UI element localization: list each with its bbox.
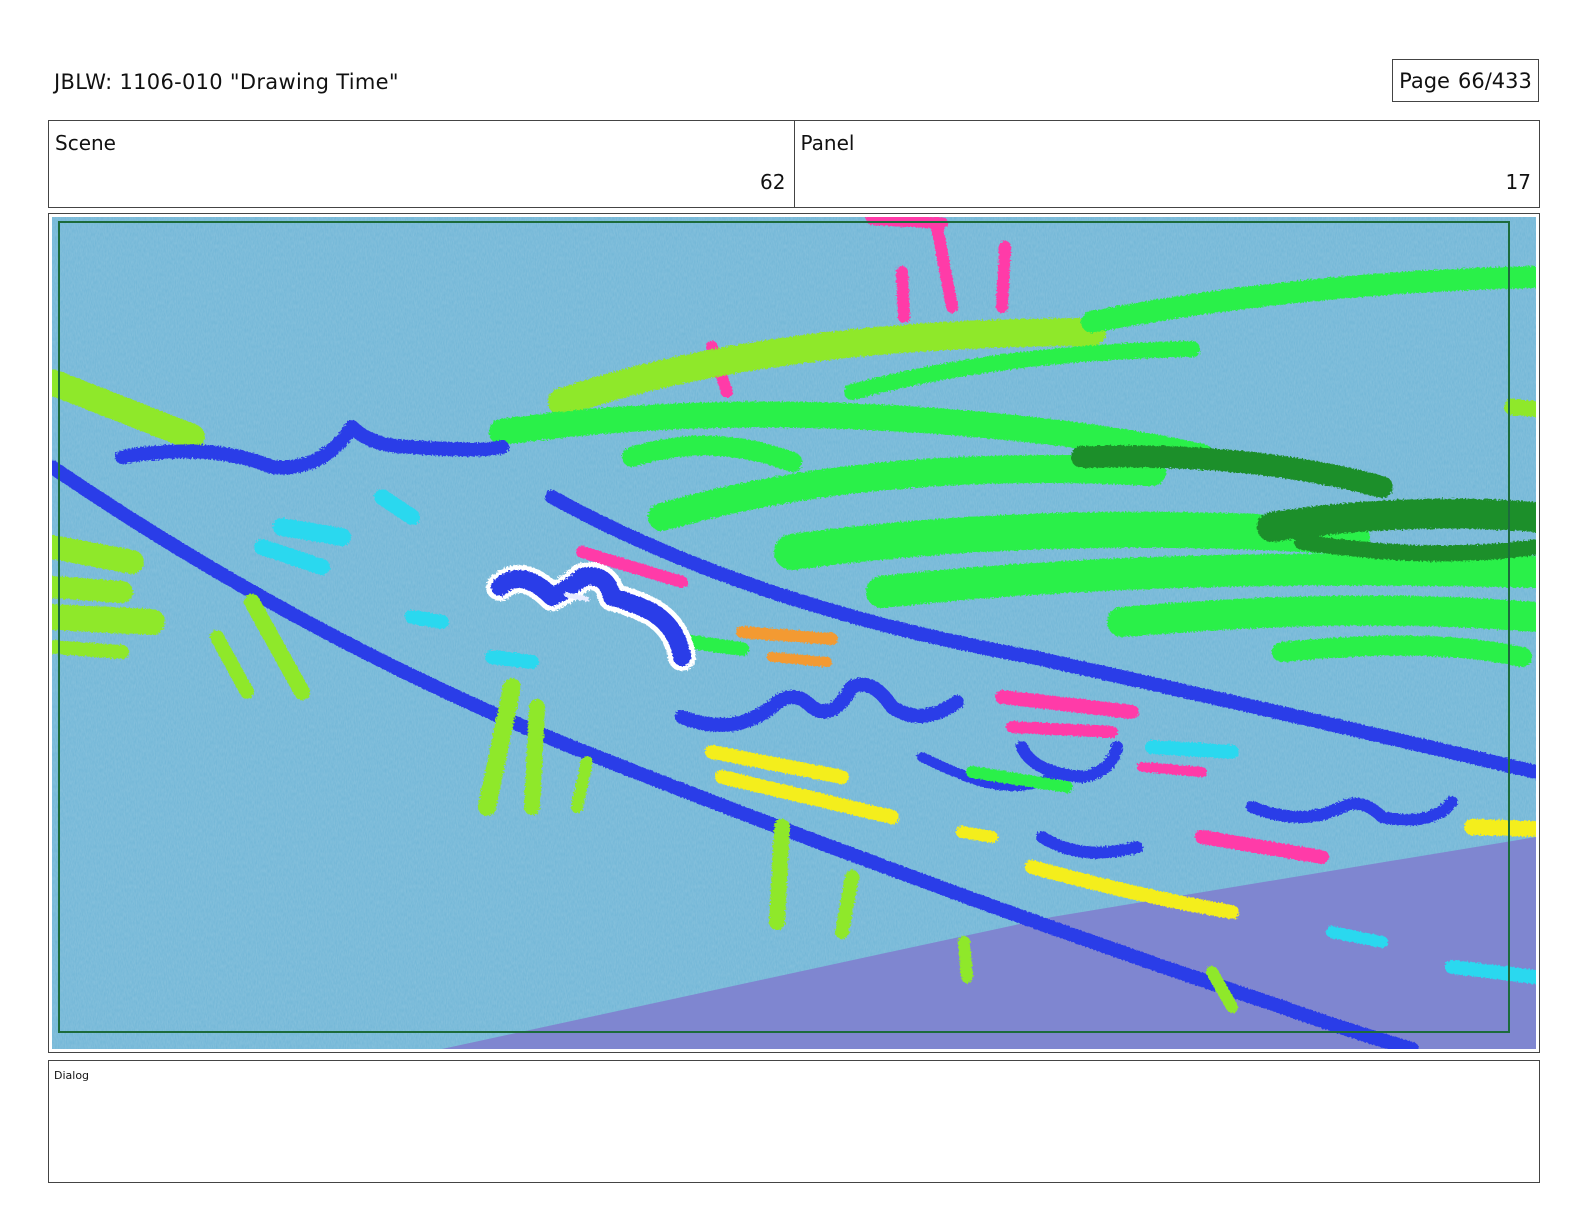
dialog-label: Dialog [54, 1069, 90, 1082]
panel-number: 17 [1505, 170, 1531, 194]
storyboard-artwork [52, 217, 1536, 1049]
panel-cell: Panel 17 [793, 121, 1540, 207]
scene-panel-row: Scene 62 Panel 17 [48, 120, 1540, 208]
panel-label: Panel [800, 131, 855, 155]
page-indicator: Page 66/433 [1392, 59, 1539, 102]
page-number: 66/433 [1457, 68, 1532, 93]
document-title: JBLW: 1106-010 "Drawing Time" [54, 70, 399, 94]
scene-label: Scene [55, 131, 116, 155]
scene-number: 62 [760, 170, 786, 194]
scene-cell: Scene 62 [49, 121, 794, 207]
dialog-box: Dialog [48, 1060, 1540, 1183]
storyboard-panel-frame [48, 213, 1540, 1053]
page-label: Page [1399, 68, 1450, 93]
